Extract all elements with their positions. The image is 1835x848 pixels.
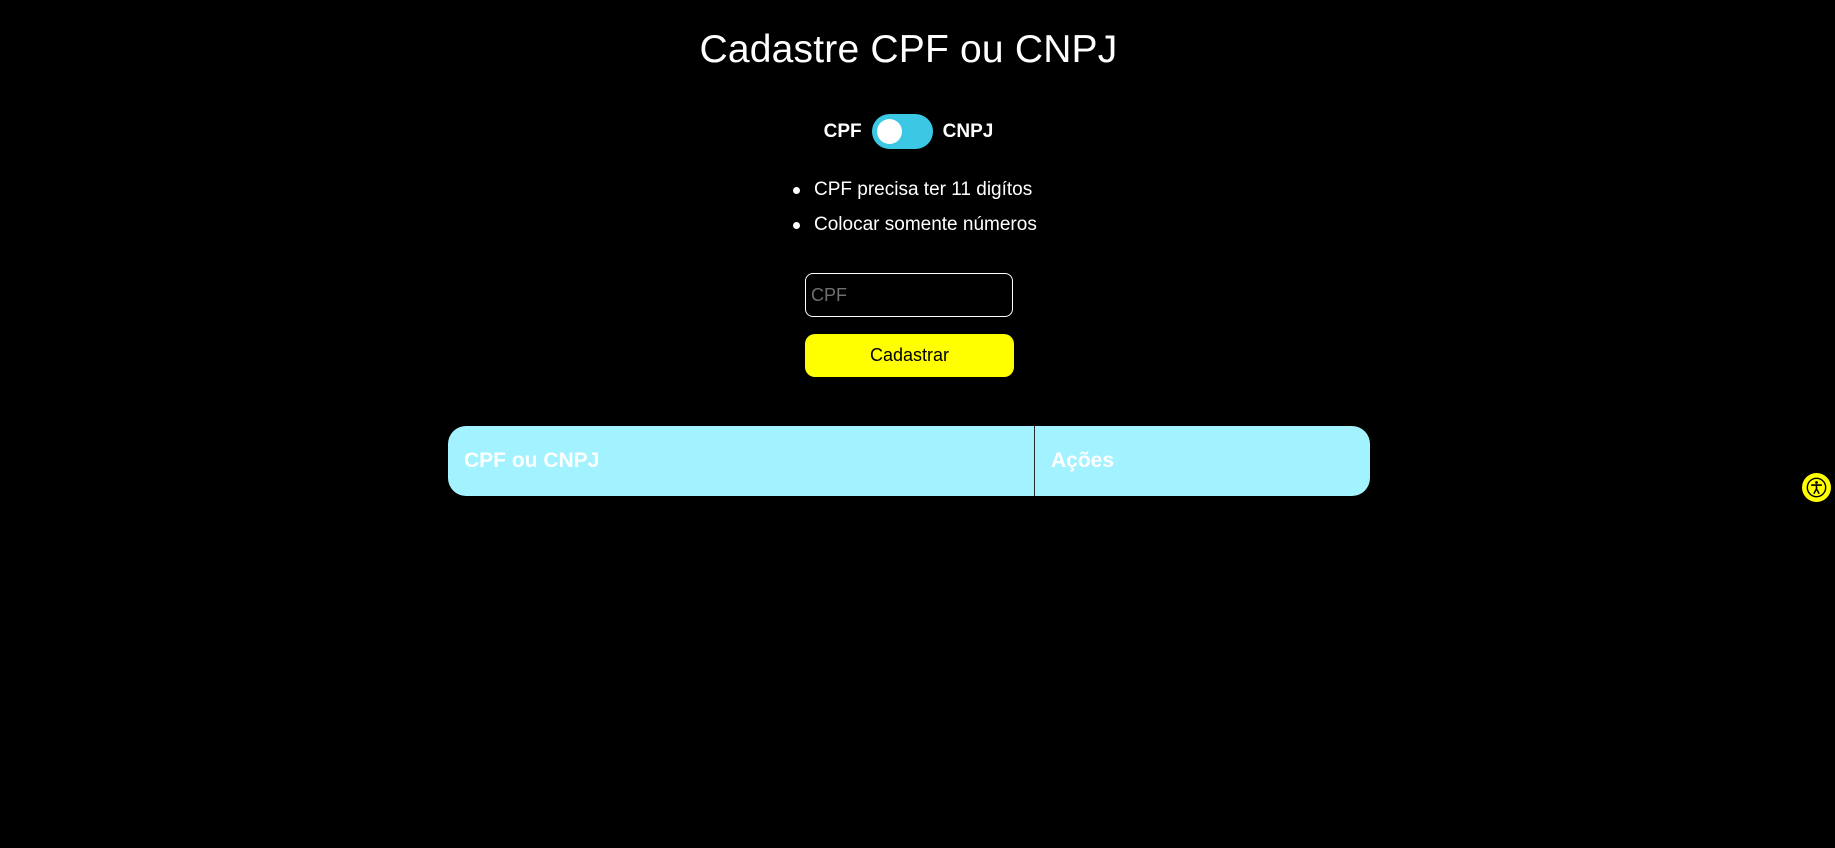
- switch-knob: [876, 119, 902, 144]
- toggle-label-cnpj: CNPJ: [942, 120, 994, 142]
- page-title: Cadastre CPF ou CNPJ: [699, 28, 1118, 71]
- document-number-input[interactable]: [805, 273, 1013, 317]
- accessibility-button[interactable]: [1802, 473, 1831, 502]
- document-type-toggle-row: CPF CNPJ: [0, 114, 1817, 149]
- page: Cadastre CPF ou CNPJ CPF CNPJ CPF precis…: [0, 0, 1835, 848]
- rule-item: CPF precisa ter 11 digítos: [790, 172, 1037, 207]
- accessibility-icon: [1806, 477, 1827, 498]
- documents-table: CPF ou CNPJ Ações: [448, 426, 1370, 496]
- toggle-label-cpf: CPF: [823, 120, 862, 142]
- validation-rules-list: CPF precisa ter 11 digítos Colocar somen…: [790, 172, 1037, 242]
- document-type-switch[interactable]: [871, 114, 933, 149]
- cadastrar-button[interactable]: Cadastrar: [805, 334, 1014, 377]
- rule-item: Colocar somente números: [790, 207, 1037, 242]
- column-header-document: CPF ou CNPJ: [448, 426, 1035, 496]
- column-header-actions: Ações: [1051, 449, 1115, 472]
